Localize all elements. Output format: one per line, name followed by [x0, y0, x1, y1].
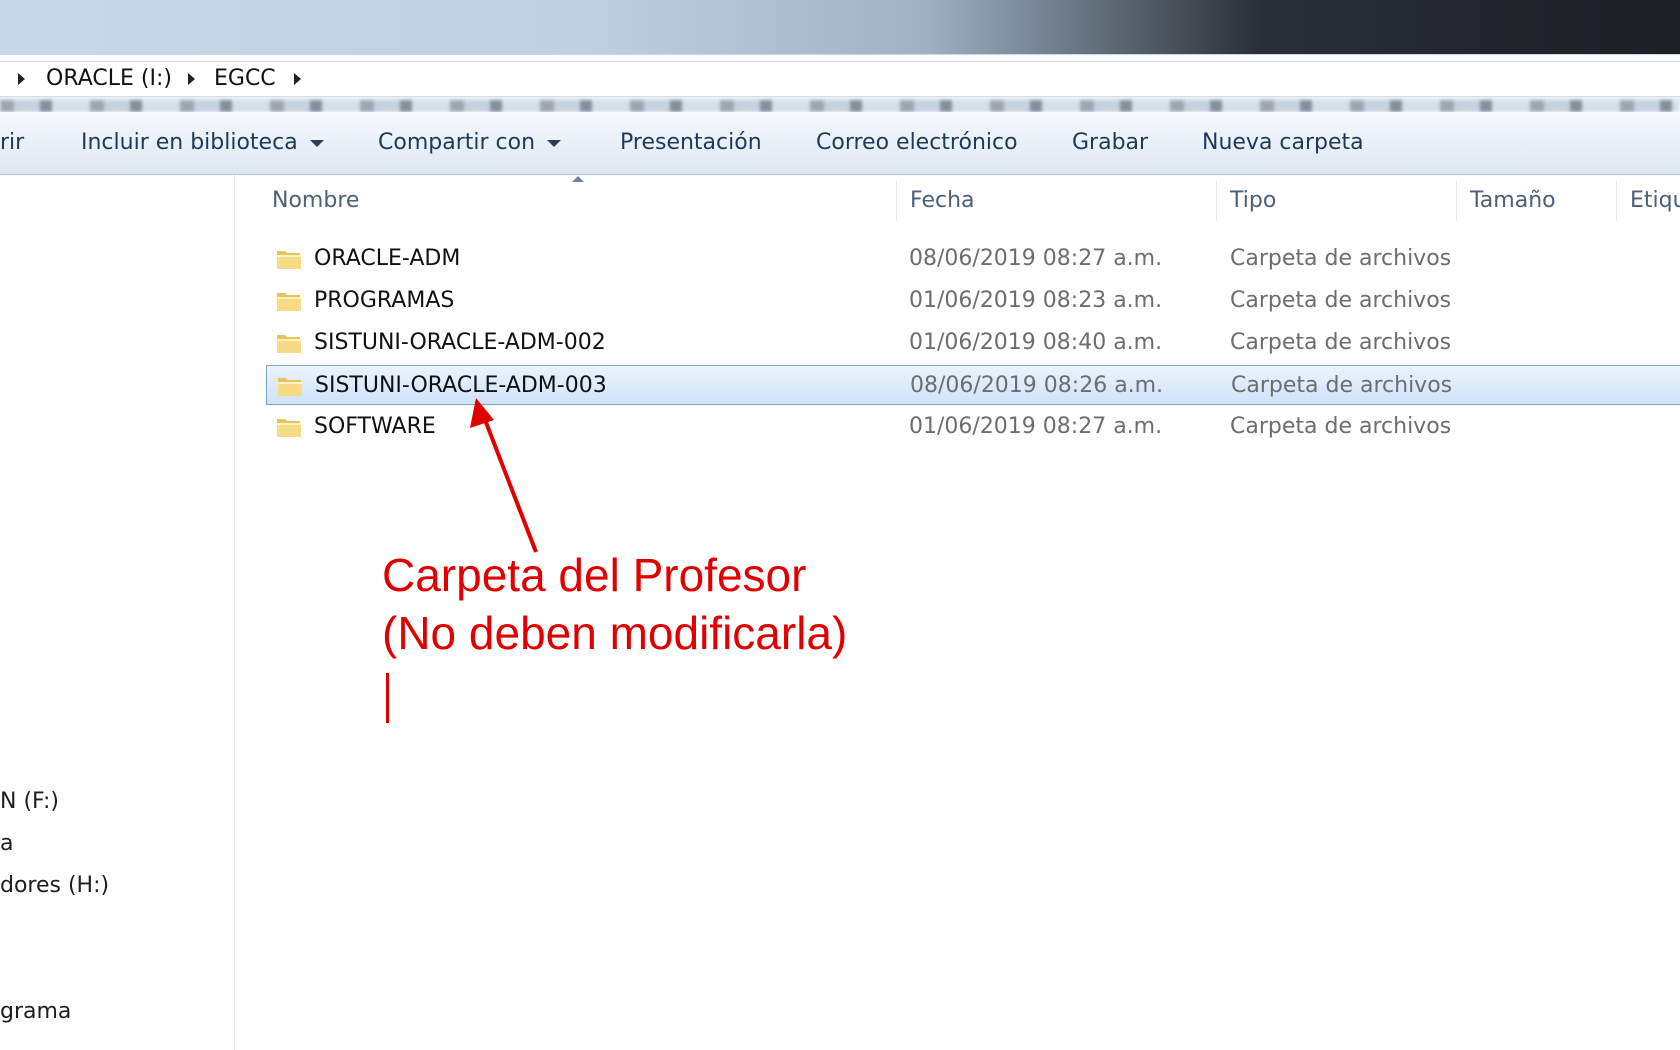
file-row[interactable]: SISTUNI-ORACLE-ADM-002 01/06/2019 08:40 … — [266, 323, 1680, 363]
column-header-date[interactable]: Fecha — [910, 175, 975, 227]
file-date: 01/06/2019 08:23 a.m. — [909, 288, 1163, 313]
file-name: ORACLE-ADM — [314, 246, 461, 271]
nav-item-drive-f[interactable]: N (F:) — [0, 789, 59, 814]
file-type: Carpeta de archivos — [1230, 414, 1452, 439]
breadcrumb-chevron-icon[interactable] — [294, 73, 301, 85]
file-name: PROGRAMAS — [314, 288, 455, 313]
file-row[interactable]: SOFTWARE 01/06/2019 08:27 a.m. Carpeta d… — [266, 407, 1680, 447]
annotation-line-1: Carpeta del Profesor — [382, 549, 807, 601]
column-header-name[interactable]: Nombre — [272, 175, 359, 227]
column-divider[interactable] — [1616, 181, 1617, 221]
folder-icon — [277, 251, 301, 269]
toolbar-slideshow-button[interactable]: Presentación — [620, 112, 762, 174]
nav-item-programs[interactable]: grama — [0, 999, 71, 1024]
blurred-divider — [0, 100, 1680, 112]
toolbar-burn-button[interactable]: Grabar — [1072, 112, 1148, 174]
file-name: SOFTWARE — [314, 414, 436, 439]
column-divider[interactable] — [1216, 181, 1217, 221]
file-name: SISTUNI-ORACLE-ADM-003 — [315, 373, 607, 398]
file-row[interactable]: ORACLE-ADM 08/06/2019 08:27 a.m. Carpeta… — [266, 239, 1680, 279]
file-type: Carpeta de archivos — [1230, 288, 1452, 313]
command-toolbar: rir Incluir en biblioteca Compartir con … — [0, 112, 1680, 175]
file-date: 01/06/2019 08:40 a.m. — [909, 330, 1163, 355]
file-type: Carpeta de archivos — [1230, 330, 1452, 355]
file-name: SISTUNI-ORACLE-ADM-002 — [314, 330, 606, 355]
file-date: 08/06/2019 08:26 a.m. — [910, 373, 1164, 398]
folder-icon — [277, 419, 301, 437]
column-divider[interactable] — [896, 181, 897, 221]
column-divider[interactable] — [1456, 181, 1457, 221]
folder-icon — [278, 378, 302, 396]
sort-ascending-icon — [572, 176, 584, 182]
dropdown-arrow-icon — [309, 139, 324, 147]
file-type: Carpeta de archivos — [1230, 246, 1452, 271]
breadcrumb[interactable]: ORACLE (I:) EGCC — [0, 61, 1680, 97]
file-date: 08/06/2019 08:27 a.m. — [909, 246, 1163, 271]
toolbar-open-button[interactable]: rir — [0, 112, 24, 174]
text-cursor — [386, 673, 389, 723]
breadcrumb-item-drive[interactable]: ORACLE (I:) — [46, 62, 172, 96]
nav-item-drive-h[interactable]: dores (H:) — [0, 873, 109, 898]
toolbar-share-button[interactable]: Compartir con — [378, 112, 562, 174]
folder-icon — [277, 293, 301, 311]
dropdown-arrow-icon — [547, 139, 562, 147]
breadcrumb-item-folder[interactable]: EGCC — [214, 62, 276, 96]
file-date: 01/06/2019 08:27 a.m. — [909, 414, 1163, 439]
breadcrumb-chevron-icon[interactable] — [188, 73, 195, 85]
toolbar-email-button[interactable]: Correo electrónico — [816, 112, 1018, 174]
address-bar[interactable]: ORACLE (I:) EGCC — [0, 54, 1680, 101]
column-header-tags[interactable]: Etiqu — [1630, 175, 1680, 227]
toolbar-new-folder-button[interactable]: Nueva carpeta — [1202, 112, 1364, 174]
toolbar-include-library-label: Incluir en biblioteca — [81, 130, 298, 155]
nav-item-partial[interactable]: a — [0, 831, 13, 856]
toolbar-share-label: Compartir con — [378, 130, 536, 155]
toolbar-include-library-button[interactable]: Incluir en biblioteca — [81, 112, 324, 174]
column-header-row: Nombre Fecha Tipo Tamaño Etiqu — [236, 175, 1680, 227]
breadcrumb-chevron-icon[interactable] — [18, 73, 25, 85]
folder-icon — [277, 335, 301, 353]
file-row-selected[interactable]: SISTUNI-ORACLE-ADM-003 08/06/2019 08:26 … — [266, 365, 1680, 405]
annotation-line-2: (No deben modificarla) — [382, 607, 848, 659]
column-header-size[interactable]: Tamaño — [1470, 175, 1556, 227]
window-title-bar — [0, 0, 1680, 54]
file-row[interactable]: PROGRAMAS 01/06/2019 08:23 a.m. Carpeta … — [266, 281, 1680, 321]
column-header-type[interactable]: Tipo — [1230, 175, 1276, 227]
navigation-pane[interactable]: N (F:) a dores (H:) grama — [0, 175, 235, 1050]
file-type: Carpeta de archivos — [1231, 373, 1453, 398]
